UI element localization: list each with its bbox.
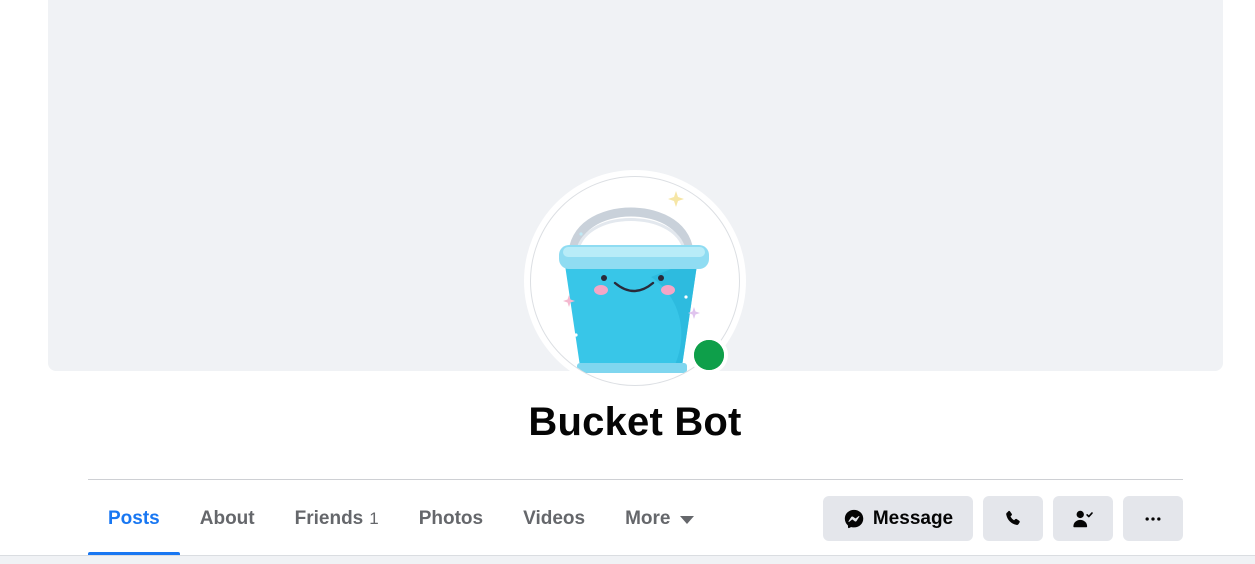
call-button[interactable] (983, 496, 1043, 541)
profile-name: Bucket Bot (528, 400, 742, 444)
tab-friends[interactable]: Friends 1 (275, 481, 399, 556)
friends-count: 1 (369, 508, 379, 528)
ellipsis-icon (1145, 516, 1161, 521)
caret-down-icon (680, 515, 695, 524)
friends-status-button[interactable] (1053, 496, 1113, 541)
person-check-icon (1073, 510, 1093, 527)
header-divider (88, 479, 1183, 480)
online-status-indicator (690, 336, 728, 374)
more-options-button[interactable] (1123, 496, 1183, 541)
section-separator (0, 555, 1255, 564)
profile-tabs: Posts About Friends 1 Photos Videos More (88, 481, 714, 556)
profile-actions: Message (823, 496, 1183, 541)
tab-label: More (625, 507, 671, 529)
tab-label: Photos (418, 507, 484, 529)
message-button-label: Message (872, 507, 954, 529)
profile-page: Bucket Bot Posts About Friends 1 Photos … (0, 0, 1255, 564)
tab-label: Videos (523, 507, 586, 529)
phone-icon (1006, 510, 1020, 525)
tab-more[interactable]: More (605, 481, 714, 556)
messenger-icon (844, 509, 864, 528)
tab-videos[interactable]: Videos (503, 481, 605, 556)
tab-label: Friends (294, 507, 364, 529)
message-button[interactable]: Message (823, 496, 973, 541)
tab-photos[interactable]: Photos (399, 481, 503, 556)
tab-label: About (199, 507, 255, 529)
tab-label: Posts (108, 507, 160, 529)
tab-posts[interactable]: Posts (88, 481, 180, 556)
tab-about[interactable]: About (180, 481, 275, 556)
